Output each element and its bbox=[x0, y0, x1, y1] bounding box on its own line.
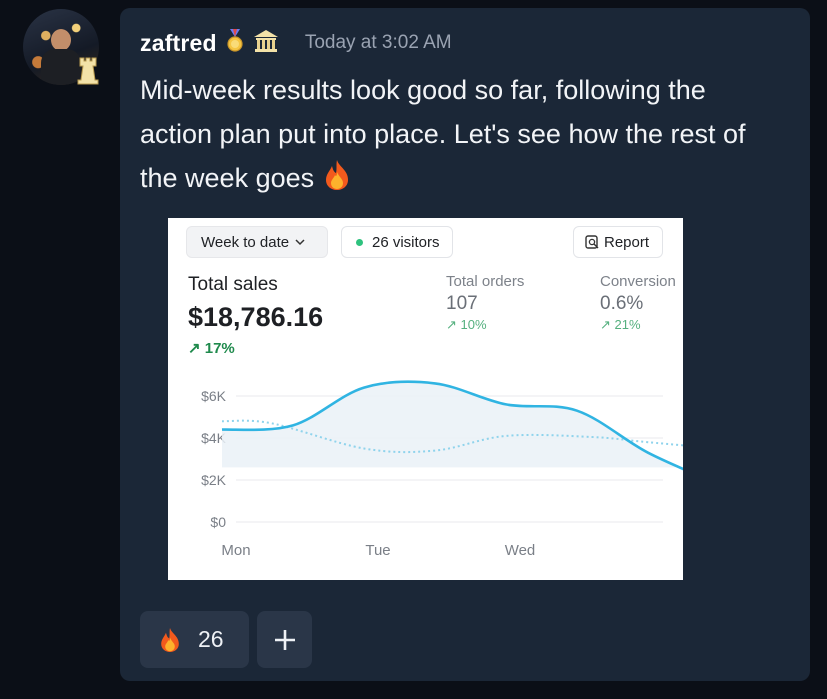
message-header: zaftred Today at 3:02 AM bbox=[140, 28, 452, 58]
trend-up-icon: ↗ bbox=[446, 317, 457, 332]
total-sales-change-value: 17% bbox=[204, 340, 235, 357]
week-filter-label: Week to date bbox=[201, 233, 290, 251]
total-orders-change: ↗ 10% bbox=[446, 317, 487, 333]
total-sales-change: ↗ 17% bbox=[188, 339, 235, 357]
conversion-label: Conversion bbox=[600, 273, 676, 290]
trend-up-icon: ↗ bbox=[188, 340, 201, 357]
trend-up-icon: ↗ bbox=[600, 317, 611, 332]
medal-icon bbox=[227, 28, 243, 58]
username[interactable]: zaftred bbox=[140, 30, 217, 57]
rook-icon bbox=[77, 57, 99, 85]
message-text: Mid-week results look good so far, follo… bbox=[140, 75, 746, 193]
image-attachment[interactable]: $0 $2K $4K $6K Mon Tue Wed Week to date 26 vis… bbox=[168, 218, 683, 580]
y-tick-label: $6K bbox=[201, 388, 227, 404]
total-orders-value: 107 bbox=[446, 293, 478, 314]
add-reaction-button[interactable] bbox=[257, 611, 312, 668]
chevron-down-icon bbox=[295, 239, 305, 246]
live-dot-icon bbox=[356, 238, 363, 246]
fire-icon bbox=[322, 159, 352, 204]
timestamp: Today at 3:02 AM bbox=[304, 32, 452, 53]
visitors-label: 26 visitors bbox=[372, 233, 440, 251]
y-tick-label: $0 bbox=[210, 514, 226, 530]
total-orders-change-value: 10% bbox=[460, 317, 487, 332]
series-area bbox=[222, 381, 683, 469]
total-sales-value: $18,786.16 bbox=[188, 302, 324, 332]
avatar-head bbox=[51, 29, 71, 51]
x-tick-label: Wed bbox=[505, 542, 536, 559]
report-label: Report bbox=[604, 233, 650, 251]
conversion-value: 0.6% bbox=[600, 293, 644, 314]
y-tick-label: $2K bbox=[201, 472, 227, 488]
x-tick-label: Mon bbox=[221, 542, 250, 559]
reactions-bar: 26 bbox=[140, 611, 312, 668]
report-button[interactable]: Report bbox=[573, 226, 663, 258]
conversion-change-value: 21% bbox=[614, 317, 641, 332]
visitors-pill[interactable]: 26 visitors bbox=[341, 226, 453, 258]
total-orders-label: Total orders bbox=[446, 273, 525, 290]
x-tick-label: Tue bbox=[365, 542, 390, 559]
conversion-change: ↗ 21% bbox=[600, 317, 641, 333]
fire-icon bbox=[161, 627, 179, 652]
plus-icon bbox=[274, 629, 295, 650]
report-icon bbox=[585, 235, 599, 249]
total-sales-label: Total sales bbox=[188, 274, 278, 295]
fire-reaction-button[interactable]: 26 bbox=[140, 611, 249, 668]
reaction-count: 26 bbox=[198, 626, 224, 652]
message-body: Mid-week results look good so far, follo… bbox=[140, 68, 780, 204]
bank-icon bbox=[253, 28, 279, 59]
week-filter-dropdown[interactable]: Week to date bbox=[186, 226, 328, 258]
